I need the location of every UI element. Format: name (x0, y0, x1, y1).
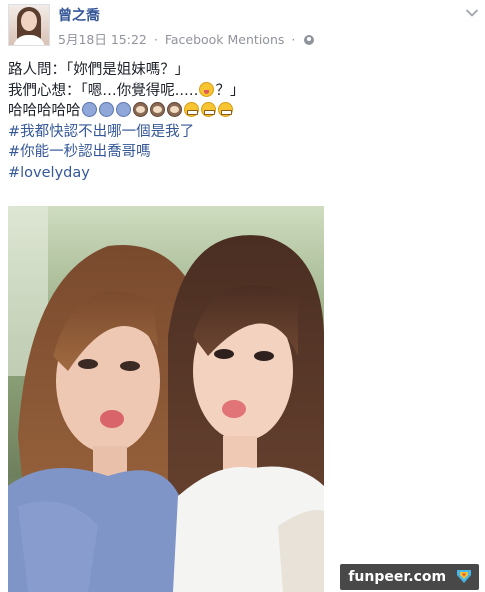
see-no-evil-monkey-icon (132, 102, 148, 117)
selfie-photo-illustration (8, 206, 324, 592)
grimace-face-emoji-icon (217, 102, 233, 117)
globe-icon[interactable] (304, 35, 315, 45)
sweat-face-emoji-icon (115, 102, 131, 117)
sweat-face-emoji-icon (81, 102, 97, 117)
grimace-face-emoji-icon (183, 102, 199, 117)
watermark-text: funpeer.com (348, 569, 447, 585)
post-line-3-text: 哈哈哈哈哈 (8, 103, 81, 119)
see-no-evil-monkey-icon (149, 102, 165, 117)
facebook-post: 曾之喬 5月18日 15:22 · Facebook Mentions · 路人… (0, 0, 485, 592)
meta-separator: · (153, 32, 158, 47)
post-line-2: 我們心想：「嗯…你覺得呢..… ？」 (8, 81, 475, 102)
tongue-face-emoji-icon (199, 81, 215, 97)
post-timestamp[interactable]: 5月18日 15:22 (58, 32, 147, 47)
post-line-3: 哈哈哈哈哈 (8, 101, 475, 122)
post-meta: 5月18日 15:22 · Facebook Mentions · (58, 29, 315, 48)
post-line-2-text: 我們心想：「嗯…你覺得呢..… (8, 82, 199, 99)
post-photo[interactable] (8, 206, 324, 592)
funpeer-logo-icon (457, 570, 471, 583)
sweat-face-emoji-icon (98, 102, 114, 117)
watermark: funpeer.com (340, 564, 479, 590)
author-name[interactable]: 曾之喬 (58, 5, 100, 25)
post-line-1: 路人問：「妳們是姐妹嗎？」 (8, 62, 190, 78)
grimace-face-emoji-icon (200, 102, 216, 117)
author-avatar[interactable] (8, 4, 50, 46)
see-no-evil-monkey-icon (166, 102, 182, 117)
post-line-2-end: ？」 (215, 82, 245, 99)
hashtag-link[interactable]: #我都快認不出哪一個是我了 (8, 122, 475, 143)
post-text: 路人問：「妳們是姐妹嗎？」 我們心想：「嗯…你覺得呢..… ？」 哈哈哈哈哈 #我… (8, 60, 475, 183)
meta-separator-2: · (291, 32, 296, 47)
hashtag-link[interactable]: #你能一秒認出喬哥嗎 (8, 142, 475, 163)
post-source[interactable]: Facebook Mentions (165, 32, 285, 47)
chevron-down-icon[interactable] (465, 6, 479, 20)
hashtag-link[interactable]: #lovelyday (8, 163, 475, 184)
